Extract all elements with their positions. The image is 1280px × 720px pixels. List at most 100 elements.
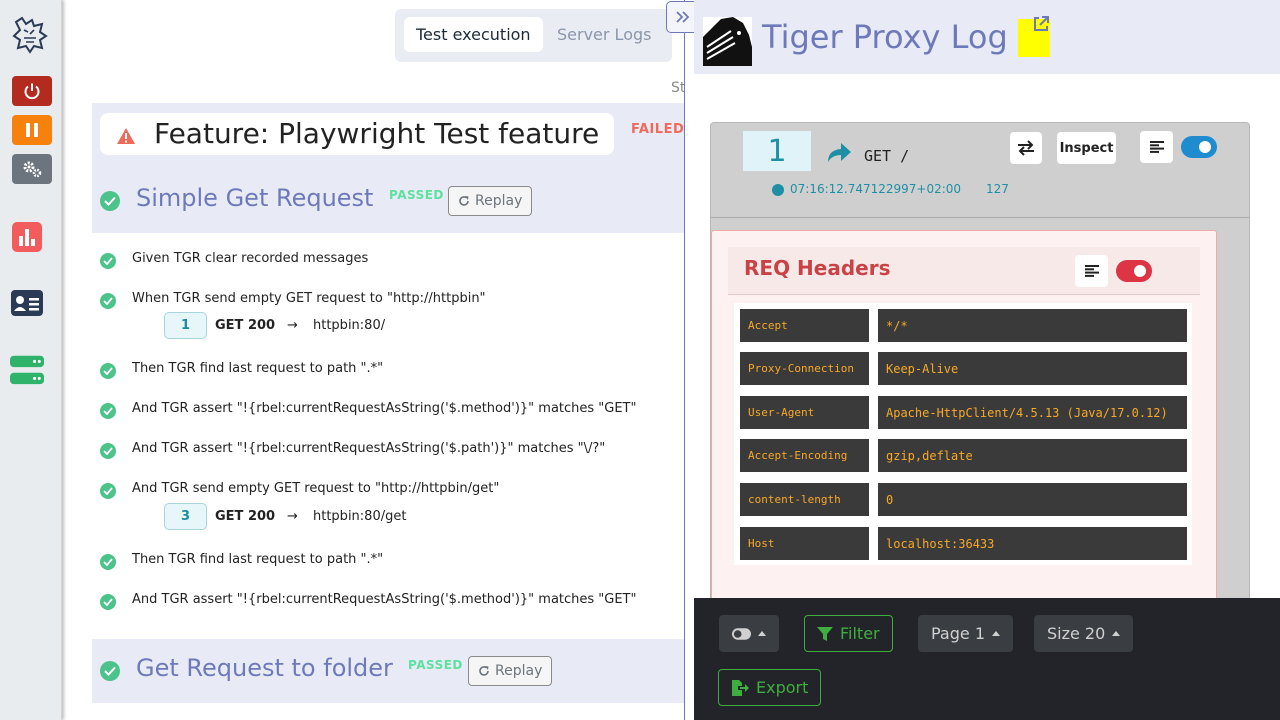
collapse-headers-button[interactable]	[1075, 255, 1108, 287]
align-left-icon	[1084, 265, 1099, 277]
header-key: Host	[740, 527, 869, 560]
scenario-passed-icon	[100, 661, 120, 681]
power-icon	[24, 83, 40, 100]
scenario-passed-icon	[100, 191, 120, 211]
header-key: User-Agent	[740, 396, 869, 429]
tab-test-execution[interactable]: Test execution	[404, 17, 543, 52]
align-left-icon	[1149, 141, 1164, 153]
step-passed-icon	[100, 443, 116, 459]
id-card-icon	[11, 290, 43, 316]
header-value: Apache-HttpClient/4.5.13 (Java/17.0.12)	[878, 396, 1187, 429]
header-value: gzip,deflate	[878, 439, 1187, 472]
pane-divider[interactable]	[684, 0, 685, 720]
step-text: Then TGR find last request to path ".*"	[132, 361, 384, 376]
scenario-status-badge: PASSED	[389, 188, 444, 202]
replay-label: Replay	[495, 663, 543, 679]
view-tabs: Test execution Server Logs	[395, 9, 672, 62]
gears-icon	[23, 161, 42, 178]
header-key: Accept-Encoding	[740, 439, 869, 472]
message-target: httpbin:80/	[313, 318, 386, 333]
header-key: content-length	[740, 483, 869, 516]
step-text: And TGR send empty GET request to "http:…	[132, 481, 500, 496]
caret-up-icon	[1112, 631, 1121, 636]
message-arrow: →	[287, 509, 298, 524]
message-detail-toggle[interactable]	[1181, 136, 1217, 158]
redo-icon	[479, 666, 489, 676]
view-options-dropdown[interactable]	[719, 615, 779, 652]
message-status: GET 200	[215, 318, 276, 333]
message-arrow: →	[287, 318, 298, 333]
proxy-log-title: Tiger Proxy Log	[762, 18, 1008, 56]
scenario-title[interactable]: Simple Get Request	[136, 184, 373, 212]
filter-icon	[817, 626, 833, 641]
message-status: GET 200	[215, 509, 276, 524]
tab-server-logs[interactable]: Server Logs	[545, 17, 663, 52]
message-sequence-badge[interactable]: 3	[164, 503, 207, 530]
step-text: And TGR assert "!{rbel:currentRequestAsS…	[132, 401, 637, 416]
size-dropdown[interactable]: Size 20	[1034, 615, 1134, 652]
chart-icon	[12, 222, 42, 252]
headers-table	[734, 303, 1192, 565]
settings-button[interactable]	[12, 154, 52, 184]
header-value: */*	[878, 309, 1187, 342]
scenario-status-badge: PASSED	[408, 658, 463, 672]
check-icon	[104, 196, 116, 206]
caret-up-icon	[992, 631, 1000, 636]
step-passed-icon	[100, 594, 116, 610]
scenario-title[interactable]: Get Request to folder	[136, 654, 393, 682]
filter-button[interactable]: Filter	[804, 615, 893, 652]
filter-label: Filter	[840, 624, 880, 643]
export-button[interactable]: Export	[718, 669, 822, 706]
redo-icon	[459, 196, 469, 206]
external-link-icon[interactable]	[1032, 15, 1050, 33]
step-text: And TGR assert "!{rbel:currentRequestAsS…	[132, 592, 637, 607]
tiger-logo-icon	[12, 16, 48, 54]
warning-icon	[116, 127, 136, 145]
headers-toggle[interactable]	[1116, 260, 1152, 282]
size-label: Size 20	[1047, 624, 1106, 643]
check-icon	[104, 666, 116, 676]
message-sequence-number: 1	[743, 131, 811, 171]
header-value: Keep-Alive	[878, 352, 1187, 385]
export-label: Export	[756, 678, 809, 697]
page-dropdown[interactable]: Page 1	[918, 615, 1013, 652]
divider	[711, 217, 1249, 218]
servers-button[interactable]	[10, 351, 44, 387]
clock-icon	[772, 184, 784, 196]
feature-title: Feature: Playwright Test feature	[154, 117, 600, 150]
header-value: 0	[878, 483, 1187, 516]
header-key: Accept	[740, 309, 869, 342]
step-text: When TGR send empty GET request to "http…	[132, 291, 486, 306]
statistics-button[interactable]	[10, 221, 44, 253]
step-passed-icon	[100, 253, 116, 269]
page-label: Page 1	[931, 624, 985, 643]
step-passed-icon	[100, 403, 116, 419]
partner-message-button[interactable]	[1010, 132, 1042, 164]
test-cases-button[interactable]	[10, 287, 44, 319]
pause-icon	[26, 123, 38, 137]
request-headers-title: REQ Headers	[744, 256, 891, 280]
step-passed-icon	[100, 554, 116, 570]
message-sequence-badge[interactable]: 1	[164, 312, 207, 339]
step-passed-icon	[100, 363, 116, 379]
chevrons-right-icon	[676, 11, 690, 23]
step-text: Then TGR find last request to path ".*"	[132, 552, 384, 567]
message-size: 127	[986, 182, 1009, 196]
message-target: httpbin:80/get	[313, 509, 407, 524]
step-passed-icon	[100, 293, 116, 309]
replay-label: Replay	[475, 193, 523, 209]
replay-button[interactable]: Replay	[448, 186, 533, 216]
collapse-details-button[interactable]	[1140, 131, 1173, 163]
step-text: Given TGR clear recorded messages	[132, 251, 369, 266]
inspect-button[interactable]: Inspect	[1057, 132, 1116, 164]
toggle-icon	[732, 627, 751, 640]
export-icon	[732, 679, 749, 696]
caret-up-icon	[758, 631, 766, 636]
pause-button[interactable]	[12, 115, 52, 145]
step-text: And TGR assert "!{rbel:currentRequestAsS…	[132, 441, 606, 456]
replay-button[interactable]: Replay	[468, 656, 553, 686]
header-value: localhost:36433	[878, 527, 1187, 560]
step-passed-icon	[100, 483, 116, 499]
proxy-logo	[703, 17, 752, 66]
quit-button[interactable]	[12, 76, 52, 106]
